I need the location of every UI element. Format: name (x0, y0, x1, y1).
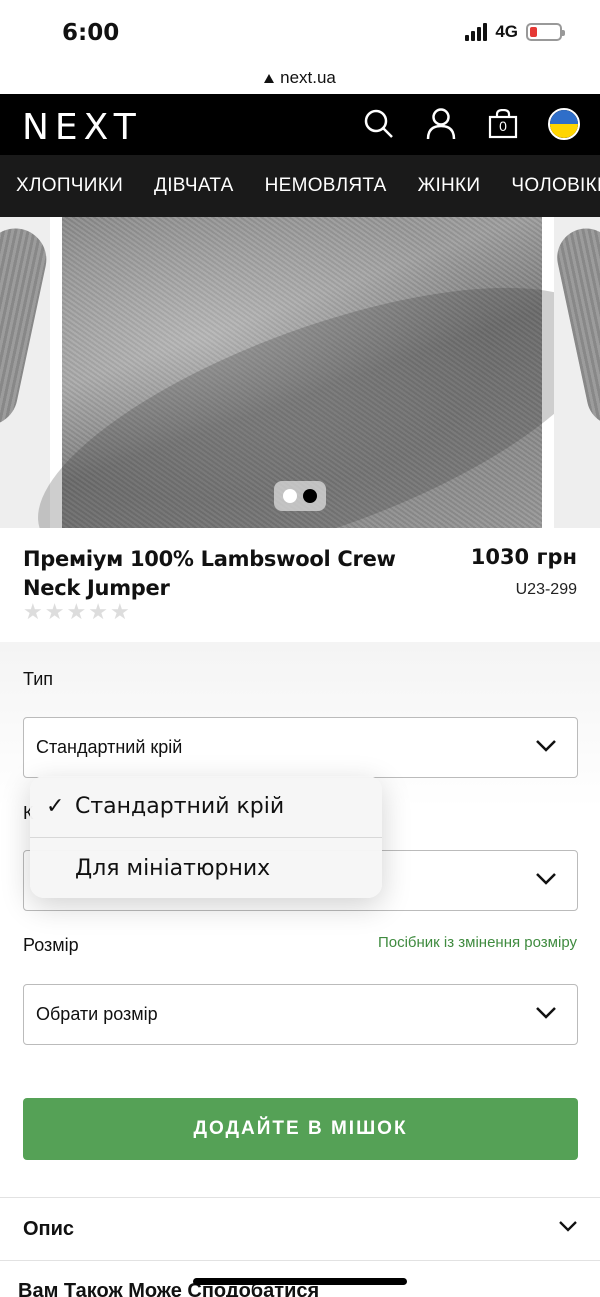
search-icon[interactable] (362, 107, 396, 141)
star-icon: ★ (88, 599, 108, 624)
gallery-dot[interactable] (283, 489, 297, 503)
size-guide-link[interactable]: Посібник із змінення розміру (378, 934, 577, 951)
status-indicators: 4G (465, 22, 565, 42)
product-info: Преміум 100% Lambswool Crew Neck Jumper … (0, 528, 600, 642)
home-indicator (193, 1278, 407, 1285)
product-price: 1030 грн (470, 545, 577, 569)
browser-url-bar[interactable]: next.ua (0, 62, 600, 94)
gallery-pagination (274, 481, 326, 511)
checkmark-icon: ✓ (46, 794, 65, 819)
chevron-down-icon (536, 740, 556, 752)
signal-icon (465, 23, 488, 41)
nav-item-girls[interactable]: ДІВЧАТА (154, 155, 234, 217)
size-select-value: Обрати розмір (36, 1004, 158, 1024)
description-title: Опис (23, 1218, 75, 1240)
gallery-dot-active[interactable] (303, 489, 317, 503)
prev-product-image[interactable] (0, 217, 50, 528)
dropdown-option-standard[interactable]: ✓ Стандартний крій (30, 776, 382, 837)
header-icons: 0 (362, 107, 580, 141)
site-header: NEXT 0 (0, 94, 600, 155)
next-product-image[interactable] (554, 217, 600, 528)
nav-item-women[interactable]: ЖІНКИ (418, 155, 481, 217)
product-code: U23-299 (515, 581, 577, 598)
product-gallery[interactable] (0, 217, 600, 528)
star-icon: ★ (66, 599, 87, 624)
nav-item-men[interactable]: ЧОЛОВІКИ (511, 155, 600, 217)
description-accordion[interactable]: Опис (0, 1197, 600, 1261)
chevron-down-icon (536, 1007, 556, 1019)
nav-item-babies[interactable]: НЕМОВЛЯТА (265, 155, 387, 217)
size-label: Розмір (23, 935, 79, 955)
ukraine-flag-icon[interactable] (548, 108, 580, 140)
type-label: Тип (23, 669, 54, 689)
chevron-down-icon (536, 873, 556, 885)
dropdown-option-label: Для мініатюрних (75, 856, 271, 881)
size-select[interactable]: Обрати розмір (23, 984, 578, 1045)
rating-stars[interactable]: ★ ★ ★ ★ ★ (23, 599, 130, 625)
add-to-bag-button[interactable]: ДОДАЙТЕ В МІШОК (23, 1098, 578, 1160)
star-icon: ★ (109, 599, 130, 624)
dropdown-option-label: Стандартний крій (75, 794, 285, 819)
category-nav: ХЛОПЧИКИ ДІВЧАТА НЕМОВЛЯТА ЖІНКИ ЧОЛОВІКИ (0, 155, 600, 217)
status-time: 6:00 (62, 20, 120, 46)
chevron-down-icon (559, 1221, 577, 1232)
bag-count: 0 (499, 118, 507, 134)
battery-icon (526, 23, 565, 41)
star-icon: ★ (23, 599, 43, 624)
dropdown-option-petite[interactable]: Для мініатюрних (30, 837, 382, 898)
product-title: Преміум 100% Lambswool Crew Neck Jumper (23, 547, 396, 600)
network-type: 4G (495, 22, 518, 41)
status-bar: 6:00 4G (0, 0, 600, 62)
bag-icon[interactable]: 0 (486, 107, 520, 141)
type-select-value: Стандартний крій (36, 737, 183, 757)
type-select[interactable]: Стандартний крій (23, 717, 578, 778)
account-icon[interactable] (424, 107, 458, 141)
star-icon: ★ (44, 599, 65, 624)
lock-icon (264, 73, 275, 83)
url-text: next.ua (280, 68, 336, 87)
product-options: Тип Стандартний крій К Розмір Посібник і… (0, 642, 600, 1197)
next-logo[interactable]: NEXT (22, 107, 142, 148)
nav-item-boys[interactable]: ХЛОПЧИКИ (16, 155, 123, 217)
type-dropdown-menu: ✓ Стандартний крій Для мініатюрних (30, 776, 382, 898)
